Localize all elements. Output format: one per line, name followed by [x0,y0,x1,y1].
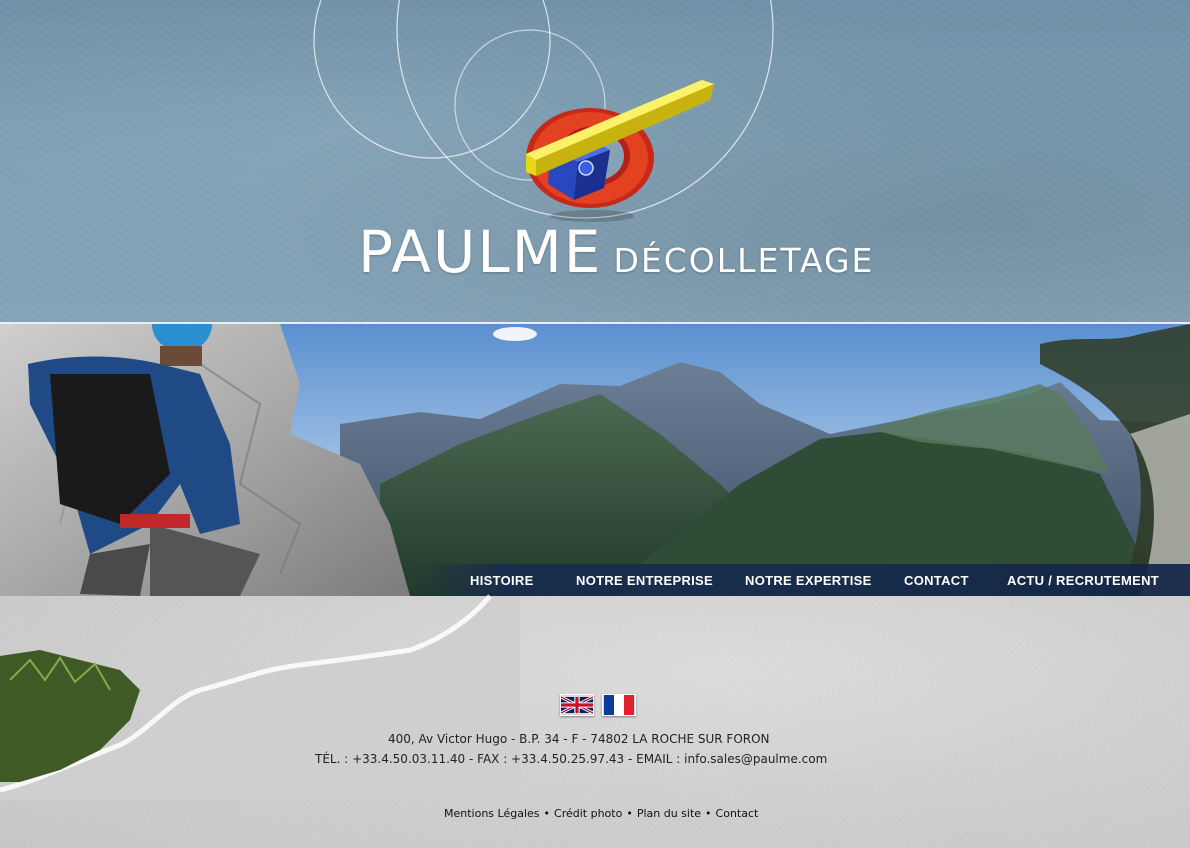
mountain-landscape-image [0,324,1190,596]
main-navigation: HISTOIRE NOTRE ENTREPRISE NOTRE EXPERTIS… [412,564,1190,596]
footer-links: Mentions Légales • Crédit photo • Plan du si… [444,807,758,820]
brand-name: PAULME [358,218,603,286]
nav-item-notre-expertise[interactable]: NOTRE EXPERTISE [745,573,872,588]
nav-item-contact[interactable]: CONTACT [904,573,969,588]
nav-item-actu-recrutement[interactable]: ACTU / RECRUTEMENT [1007,573,1159,588]
footer-link-plan-du-site[interactable]: Plan du site [637,807,701,820]
brand-wordmark: PAULME DÉCOLLETAGE [358,218,874,286]
brand-tagline: DÉCOLLETAGE [613,241,875,280]
language-switcher [560,694,636,716]
paulme-logo-icon [526,80,714,222]
footer-link-contact[interactable]: Contact [716,807,759,820]
footer-separator: • [626,807,633,820]
footer-link-credit-photo[interactable]: Crédit photo [554,807,622,820]
footer-separator: • [705,807,712,820]
site-header: PAULME DÉCOLLETAGE [0,0,1190,322]
uk-flag-icon[interactable] [560,694,594,716]
footer-separator: • [543,807,551,820]
mountain-banner [0,324,1190,596]
address-line: 400, Av Victor Hugo - B.P. 34 - F - 7480… [388,732,770,746]
france-flag-icon[interactable] [602,694,636,716]
footer-link-mentions-legales[interactable]: Mentions Légales [444,807,540,820]
nav-item-notre-entreprise[interactable]: NOTRE ENTREPRISE [576,573,713,588]
contact-line: TÉL. : +33.4.50.03.11.40 - FAX : +33.4.5… [315,752,828,766]
